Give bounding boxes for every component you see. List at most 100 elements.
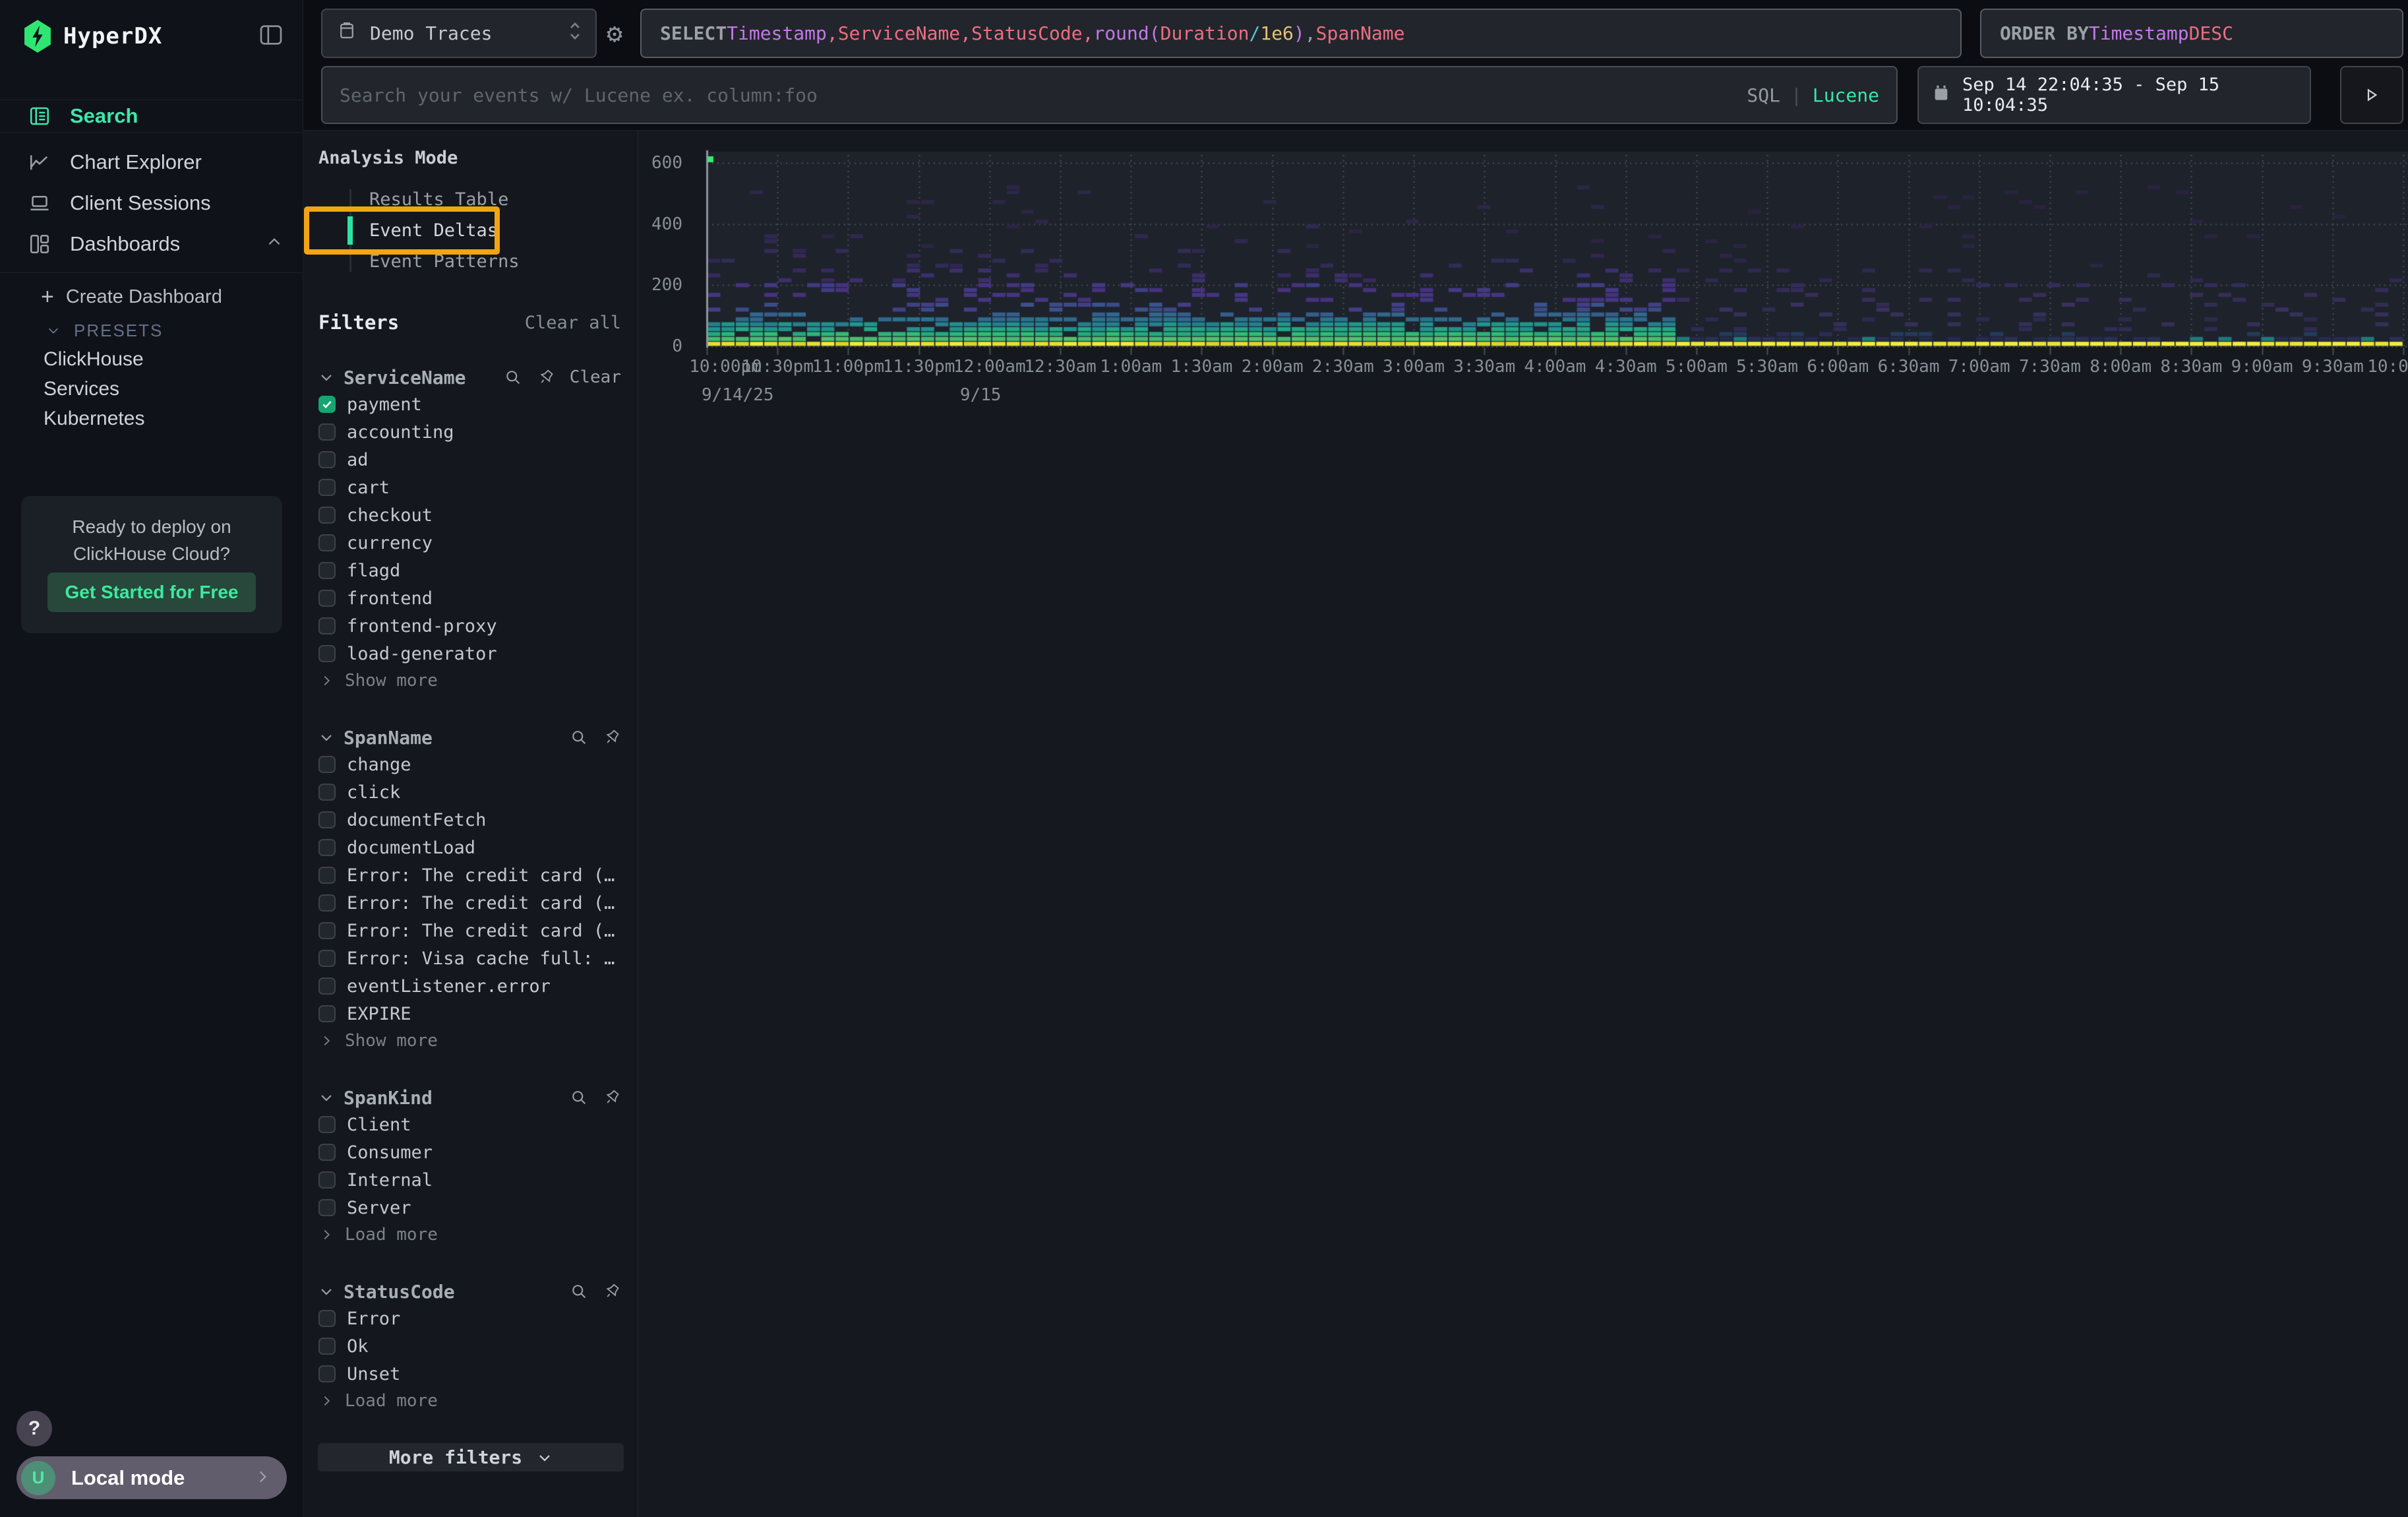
filter-option[interactable]: cart	[303, 474, 638, 501]
load-more-button[interactable]: Load more	[303, 1222, 638, 1248]
chevron-down-icon[interactable]	[318, 369, 334, 385]
checkbox[interactable]	[318, 1144, 336, 1161]
checkbox[interactable]	[318, 1310, 336, 1327]
pin-icon[interactable]	[603, 1088, 621, 1107]
checkbox[interactable]	[318, 507, 336, 524]
get-started-button[interactable]: Get Started for Free	[47, 573, 256, 612]
sql-token: SpanName	[1316, 22, 1405, 44]
filter-option[interactable]: Error: The credit card (…	[303, 889, 638, 917]
preset-item-kubernetes[interactable]: Kubernetes	[0, 404, 303, 433]
checkbox[interactable]	[318, 839, 336, 856]
search-input[interactable]	[340, 84, 1747, 106]
filter-option[interactable]: Error: The credit card (…	[303, 917, 638, 944]
filter-option[interactable]: eventListener.error	[303, 972, 638, 1000]
filter-option[interactable]: accounting	[303, 418, 638, 446]
search-icon[interactable]	[570, 1282, 588, 1301]
help-button[interactable]: ?	[16, 1411, 52, 1446]
presets-toggle[interactable]: PRESETS	[0, 317, 303, 344]
checkbox[interactable]	[318, 922, 336, 939]
checkbox[interactable]	[318, 423, 336, 441]
sql-mode-button[interactable]: SQL	[1747, 84, 1780, 106]
filter-option[interactable]: checkout	[303, 501, 638, 529]
source-settings-gear-icon[interactable]: ⚙	[594, 9, 635, 58]
analysis-mode-results-table[interactable]: Results Table	[303, 184, 638, 215]
filter-option[interactable]: frontend	[303, 584, 638, 612]
show-more-button[interactable]: Show more	[303, 1028, 638, 1054]
sql-select-input[interactable]: SELECT Timestamp, ServiceName, StatusCod…	[640, 9, 1962, 58]
order-by-input[interactable]: ORDER BY Timestamp DESC	[1980, 9, 2403, 58]
filter-option[interactable]: click	[303, 778, 638, 806]
filter-option[interactable]: EXPIRE	[303, 1000, 638, 1028]
more-filters-button[interactable]: More filters	[318, 1443, 624, 1471]
collapse-sidebar-icon[interactable]	[258, 22, 284, 51]
analysis-mode-event-deltas[interactable]: Event Deltas	[303, 215, 638, 246]
sidebar-item-client-sessions[interactable]: Client Sessions	[0, 183, 303, 224]
source-select[interactable]: Demo Traces	[321, 9, 597, 58]
checkbox[interactable]	[318, 1005, 336, 1022]
preset-item-clickhouse[interactable]: ClickHouse	[0, 344, 303, 374]
create-dashboard-button[interactable]: +Create Dashboard	[0, 282, 303, 311]
chevron-down-icon[interactable]	[318, 1284, 334, 1299]
sidebar-item-dashboards[interactable]: Dashboards	[0, 224, 303, 264]
filter-option[interactable]: Unset	[303, 1360, 638, 1388]
checkbox[interactable]	[318, 1199, 336, 1216]
search-icon[interactable]	[570, 1088, 588, 1107]
filter-option[interactable]: Internal	[303, 1166, 638, 1194]
filter-option[interactable]: payment	[303, 390, 638, 418]
filter-option[interactable]: Consumer	[303, 1138, 638, 1166]
clear-all-filters-button[interactable]: Clear all	[525, 313, 621, 333]
checkbox[interactable]	[318, 977, 336, 995]
filter-option[interactable]: frontend-proxy	[303, 612, 638, 640]
clear-group-button[interactable]: Clear	[570, 367, 621, 387]
filter-option[interactable]: load-generator	[303, 640, 638, 667]
preset-item-services[interactable]: Services	[0, 374, 303, 404]
user-menu[interactable]: U Local mode	[16, 1456, 287, 1499]
filter-option[interactable]: documentFetch	[303, 806, 638, 834]
pin-icon[interactable]	[603, 1282, 621, 1301]
checkbox[interactable]	[318, 894, 336, 912]
filter-option[interactable]: Ok	[303, 1332, 638, 1360]
checkbox[interactable]	[318, 1338, 336, 1355]
filter-option[interactable]: Client	[303, 1111, 638, 1138]
checkbox[interactable]	[318, 811, 336, 828]
checkbox[interactable]	[318, 867, 336, 884]
load-more-button[interactable]: Load more	[303, 1388, 638, 1414]
filter-option[interactable]: Server	[303, 1194, 638, 1222]
filter-option[interactable]: ad	[303, 446, 638, 474]
analysis-mode-event-patterns[interactable]: Event Patterns	[303, 246, 638, 277]
run-query-button[interactable]	[2340, 66, 2403, 124]
pin-icon[interactable]	[537, 368, 555, 387]
checkbox-checked[interactable]	[318, 396, 336, 413]
checkbox[interactable]	[318, 562, 336, 579]
checkbox[interactable]	[318, 1365, 336, 1382]
filter-option[interactable]: flagd	[303, 557, 638, 584]
filter-option[interactable]: currency	[303, 529, 638, 557]
checkbox[interactable]	[318, 784, 336, 801]
time-range-picker[interactable]: Sep 14 22:04:35 - Sep 15 10:04:35	[1917, 66, 2311, 124]
lucene-mode-button[interactable]: Lucene	[1813, 84, 1879, 106]
filter-option[interactable]: documentLoad	[303, 834, 638, 861]
checkbox[interactable]	[318, 645, 336, 662]
checkbox[interactable]	[318, 756, 336, 773]
pin-icon[interactable]	[603, 728, 621, 747]
chevron-down-icon[interactable]	[318, 729, 334, 745]
sidebar-item-search[interactable]: Search	[0, 100, 303, 133]
sidebar-item-chart-explorer[interactable]: Chart Explorer	[0, 142, 303, 183]
checkbox[interactable]	[318, 590, 336, 607]
checkbox[interactable]	[318, 1116, 336, 1133]
checkbox[interactable]	[318, 617, 336, 635]
filter-option[interactable]: Error	[303, 1305, 638, 1332]
checkbox[interactable]	[318, 950, 336, 967]
search-icon[interactable]	[570, 728, 588, 747]
show-more-button[interactable]: Show more	[303, 667, 638, 694]
checkbox[interactable]	[318, 479, 336, 496]
filter-option[interactable]: Error: The credit card (…	[303, 861, 638, 889]
filter-option-label: Error: The credit card (…	[347, 921, 615, 941]
filter-option[interactable]: Error: Visa cache full: …	[303, 944, 638, 972]
checkbox[interactable]	[318, 1171, 336, 1189]
checkbox[interactable]	[318, 451, 336, 468]
search-icon[interactable]	[504, 368, 522, 387]
checkbox[interactable]	[318, 534, 336, 551]
filter-option[interactable]: change	[303, 751, 638, 778]
chevron-down-icon[interactable]	[318, 1090, 334, 1105]
